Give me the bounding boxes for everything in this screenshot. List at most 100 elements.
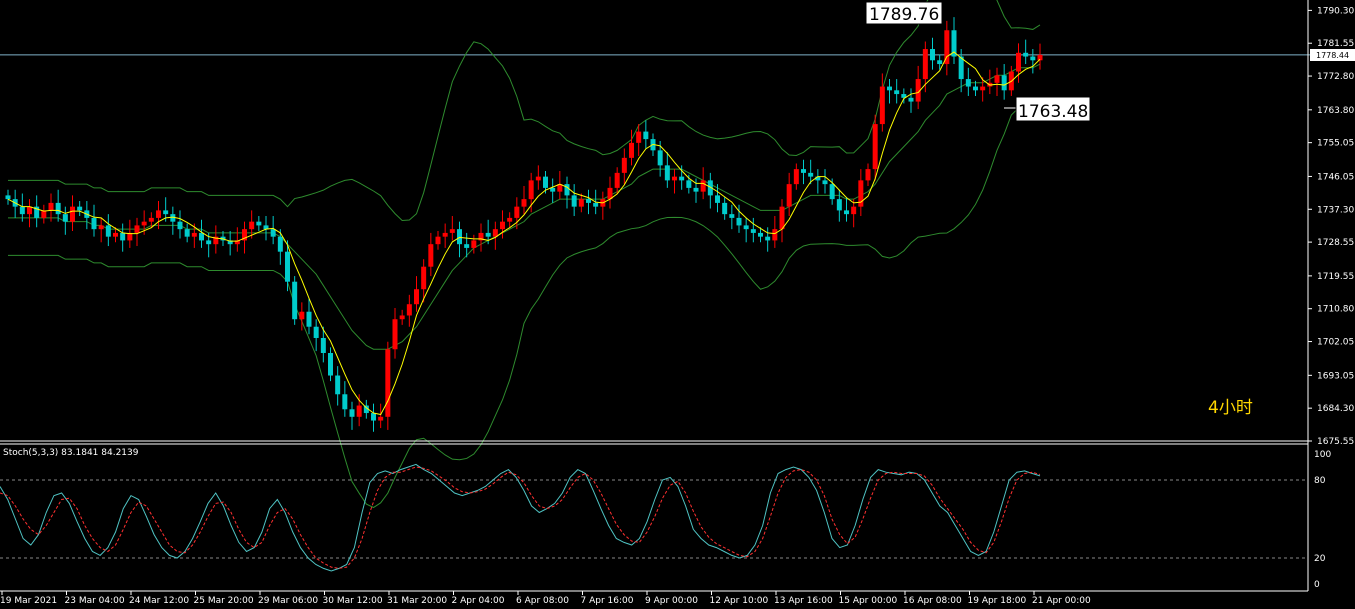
candle-body (320, 337, 326, 353)
candle-body (980, 86, 986, 91)
candle-body (48, 202, 54, 211)
candle-body (779, 206, 785, 230)
candle-body (786, 184, 792, 207)
price-tick-label: 1719.55 (1317, 272, 1354, 282)
stoch-tick-label: 100 (1314, 450, 1331, 460)
candle-body (91, 217, 97, 230)
candle-body (550, 187, 556, 192)
candle-body (1030, 56, 1036, 61)
time-tick-label: 2 Apr 04:00 (452, 596, 505, 606)
candle-body (715, 195, 720, 203)
candle-body (414, 289, 419, 305)
candle-body (184, 229, 190, 237)
candle-body (793, 169, 799, 185)
candle-body (765, 236, 771, 241)
stoch-signal-line (0, 466, 1041, 569)
candle-body (392, 319, 398, 350)
candle-body (435, 236, 441, 245)
candle-body (643, 131, 649, 140)
stochastic-panel (0, 463, 1308, 572)
timeframe-label: 4小时 (1208, 398, 1253, 418)
candle-body (693, 187, 699, 192)
low-price-label: 1763.48 (1018, 102, 1088, 122)
time-tick-label: 31 Mar 20:00 (387, 596, 447, 606)
time-tick-label: 7 Apr 16:00 (581, 596, 634, 606)
candle-body (1016, 52, 1021, 72)
price-tick-label: 1710.80 (1317, 305, 1354, 315)
candle-body (571, 195, 577, 207)
candle-body (965, 79, 971, 87)
time-tick-label: 30 Mar 12:00 (323, 596, 383, 606)
price-tick-label: 1790.30 (1317, 6, 1354, 16)
candle-body (335, 375, 341, 395)
price-tick-label: 1684.30 (1317, 404, 1354, 414)
candle-body (285, 251, 290, 282)
candle-body (736, 217, 742, 226)
time-tick-label: 16 Apr 08:00 (903, 596, 962, 606)
time-tick-label: 15 Apr 00:00 (839, 596, 898, 606)
candle-body (973, 86, 978, 91)
candle-body (686, 180, 692, 188)
candle-body (758, 232, 763, 237)
price-tick-label: 1693.05 (1317, 371, 1354, 381)
price-panel (0, 0, 1355, 509)
candle-body (299, 311, 305, 320)
candle-body (399, 315, 405, 320)
time-tick-label: 25 Mar 20:00 (194, 596, 254, 606)
candle-body (586, 199, 591, 203)
candle-body (772, 229, 778, 241)
candle-body (535, 176, 541, 181)
candle-body (148, 217, 154, 222)
low-price-annotation: 1763.48 (1004, 96, 1091, 122)
candle-body (629, 142, 634, 158)
candle-body (1001, 75, 1007, 91)
candle-body (664, 165, 670, 181)
chart: 1790.30 1781.55 1772.80 1763.80 1755.05 1746.… (0, 0, 1355, 606)
time-tick-label: 6 Apr 08:00 (516, 596, 569, 606)
price-tick-label: 1737.30 (1317, 205, 1354, 215)
price-tick-label: 1702.05 (1317, 338, 1354, 348)
candle-body (729, 214, 735, 218)
time-tick-label: 19 Apr 18:00 (968, 596, 1027, 606)
time-tick-label: 9 Apr 00:00 (645, 596, 698, 606)
current-price-marker: 1778.44 (1310, 49, 1355, 61)
candle-body (808, 172, 814, 177)
price-tick-label: 1675.55 (1317, 437, 1354, 447)
candle-body (292, 281, 298, 320)
candle-body (120, 232, 126, 241)
candle-body (442, 232, 448, 237)
candle-body (270, 229, 276, 237)
time-tick-label: 29 Mar 06:00 (258, 596, 318, 606)
candle-body (457, 229, 462, 245)
price-tick-label: 1728.55 (1317, 238, 1354, 248)
candle-body (1023, 52, 1029, 57)
candle-body (277, 236, 283, 252)
candle-body (908, 97, 914, 102)
price-tick-label: 1781.55 (1317, 39, 1354, 49)
candle-body (851, 206, 857, 215)
candle-body (313, 326, 319, 338)
candle-body (521, 199, 527, 207)
candle-body (564, 184, 570, 196)
candle-body (206, 240, 212, 245)
candle-body (378, 416, 384, 421)
candle-body (801, 169, 806, 173)
candle-body (342, 394, 348, 410)
candle-body (621, 157, 627, 173)
candle-body (199, 232, 204, 241)
stoch-tick-label: 0 (1314, 580, 1320, 590)
candle-body (77, 206, 83, 211)
candle-body (156, 210, 161, 218)
time-tick-label: 24 Mar 12:00 (129, 596, 189, 606)
candle-body (865, 169, 871, 181)
candle-body (614, 172, 620, 188)
candle-body (113, 232, 118, 237)
time-tick-label: 23 Mar 04:00 (65, 596, 125, 606)
candle-body (256, 221, 262, 226)
candle-body (191, 232, 197, 237)
candle-body (844, 210, 849, 215)
candle-body (55, 202, 61, 215)
candle-body (306, 311, 312, 327)
price-tick-label: 1746.05 (1317, 172, 1354, 182)
time-tick-label: 19 Mar 2021 (0, 596, 57, 606)
